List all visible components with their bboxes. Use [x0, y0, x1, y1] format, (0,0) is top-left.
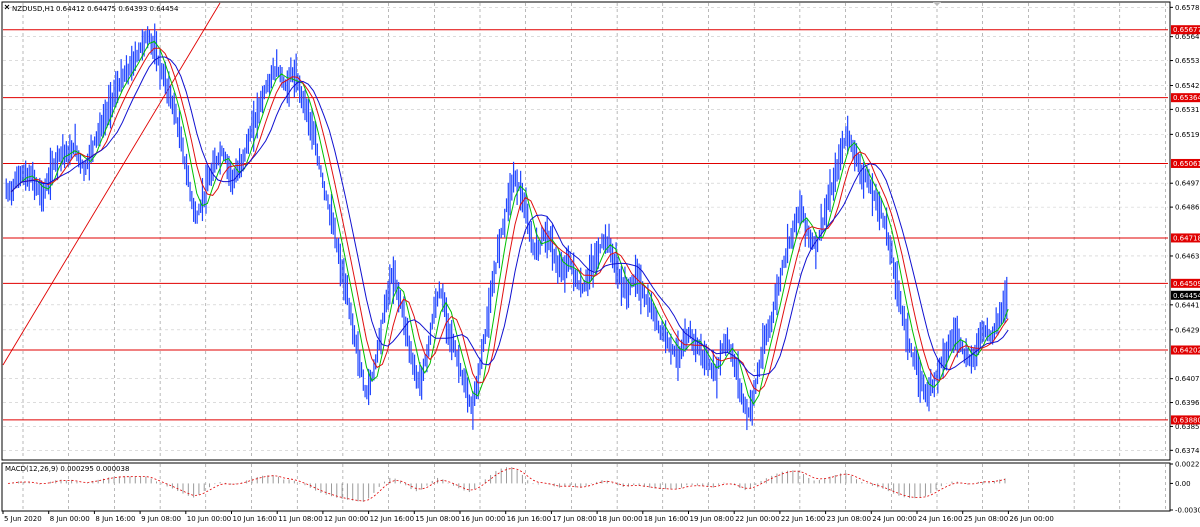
level-price-tag-label: 0.65677 — [1173, 26, 1200, 34]
price-tick-label: 0.64410 — [1175, 301, 1200, 309]
time-tick-label: 24 Jun 16:00 — [918, 515, 962, 523]
level-price-tag-label: 0.64718 — [1173, 234, 1200, 242]
level-price-tag-label: 0.65364 — [1173, 94, 1200, 102]
level-price-tag-label: 0.64509 — [1173, 280, 1200, 288]
price-tick-label: 0.65535 — [1175, 57, 1200, 65]
time-tick-label: 8 Jun 00:00 — [50, 515, 90, 523]
price-tick-label: 0.65780 — [1175, 4, 1200, 12]
level-price-tag-label: 0.64202 — [1173, 346, 1200, 354]
ohlc-label: 0.64412 0.64475 0.64393 0.64454 — [56, 5, 179, 13]
time-tick-label: 18 Jun 00:00 — [598, 515, 642, 523]
time-tick-label: 5 Jun 2020 — [4, 515, 42, 523]
price-tick-label: 0.64295 — [1175, 326, 1200, 334]
time-tick-label: 19 Jun 08:00 — [690, 515, 734, 523]
price-tick-label: 0.64635 — [1175, 252, 1200, 260]
price-tick-label: 0.64970 — [1175, 180, 1200, 188]
time-tick-label: 11 Jun 08:00 — [278, 515, 322, 523]
price-tick-label: 0.64860 — [1175, 204, 1200, 212]
time-tick-label: 12 Jun 00:00 — [324, 515, 368, 523]
time-tick-label: 10 Jun 00:00 — [187, 515, 231, 523]
current-price-tag-label: 0.64454 — [1173, 292, 1200, 300]
time-tick-label: 15 Jun 08:00 — [415, 515, 459, 523]
time-tick-label: 16 Jun 00:00 — [461, 515, 505, 523]
price-tick-label: 0.65645 — [1175, 33, 1200, 41]
macd-tick-label: -0.00303 — [1175, 507, 1200, 515]
symbol-label: NZDUSD,H1 — [12, 5, 54, 13]
time-tick-label: 9 Jun 08:00 — [141, 515, 181, 523]
macd-label: MACD(12,26,9) 0.000295 0.000038 — [5, 465, 129, 473]
time-tick-label: 22 Jun 16:00 — [781, 515, 825, 523]
time-tick-label: 24 Jun 00:00 — [872, 515, 916, 523]
time-tick-label: 17 Jun 08:00 — [552, 515, 596, 523]
macd-tick-label: 0.002212 — [1175, 461, 1200, 469]
time-tick-label: 12 Jun 16:00 — [370, 515, 414, 523]
level-price-tag-label: 0.65061 — [1173, 160, 1200, 168]
price-tick-label: 0.65310 — [1175, 106, 1200, 114]
price-panel[interactable] — [1, 1, 1171, 461]
chart-header: NZDUSD,H1 0.64412 0.64475 0.64393 0.6445… — [4, 4, 179, 13]
price-tick-label: 0.64070 — [1175, 375, 1200, 383]
level-price-tag-label: 0.63880 — [1173, 416, 1200, 424]
price-tick-label: 0.63960 — [1175, 399, 1200, 407]
price-tick-label: 0.65195 — [1175, 131, 1200, 139]
time-tick-label: 25 Jun 08:00 — [964, 515, 1008, 523]
time-tick-label: 26 Jun 00:00 — [1009, 515, 1053, 523]
chart-svg[interactable]: 0.65780 0.65645 0.65535 0.65420 0.65310 0.651… — [0, 0, 1200, 527]
time-tick-label: 8 Jun 16:00 — [95, 515, 135, 523]
time-tick-label: 16 Jun 16:00 — [507, 515, 551, 523]
price-tick-label: 0.65420 — [1175, 82, 1200, 90]
time-tick-label: 10 Jun 16:00 — [233, 515, 277, 523]
time-tick-label: 18 Jun 16:00 — [644, 515, 688, 523]
price-tick-label: 0.63740 — [1175, 447, 1200, 455]
time-tick-label: 22 Jun 00:00 — [735, 515, 779, 523]
time-tick-label: 23 Jun 08:00 — [827, 515, 871, 523]
macd-tick-label: 0.00 — [1175, 480, 1191, 488]
